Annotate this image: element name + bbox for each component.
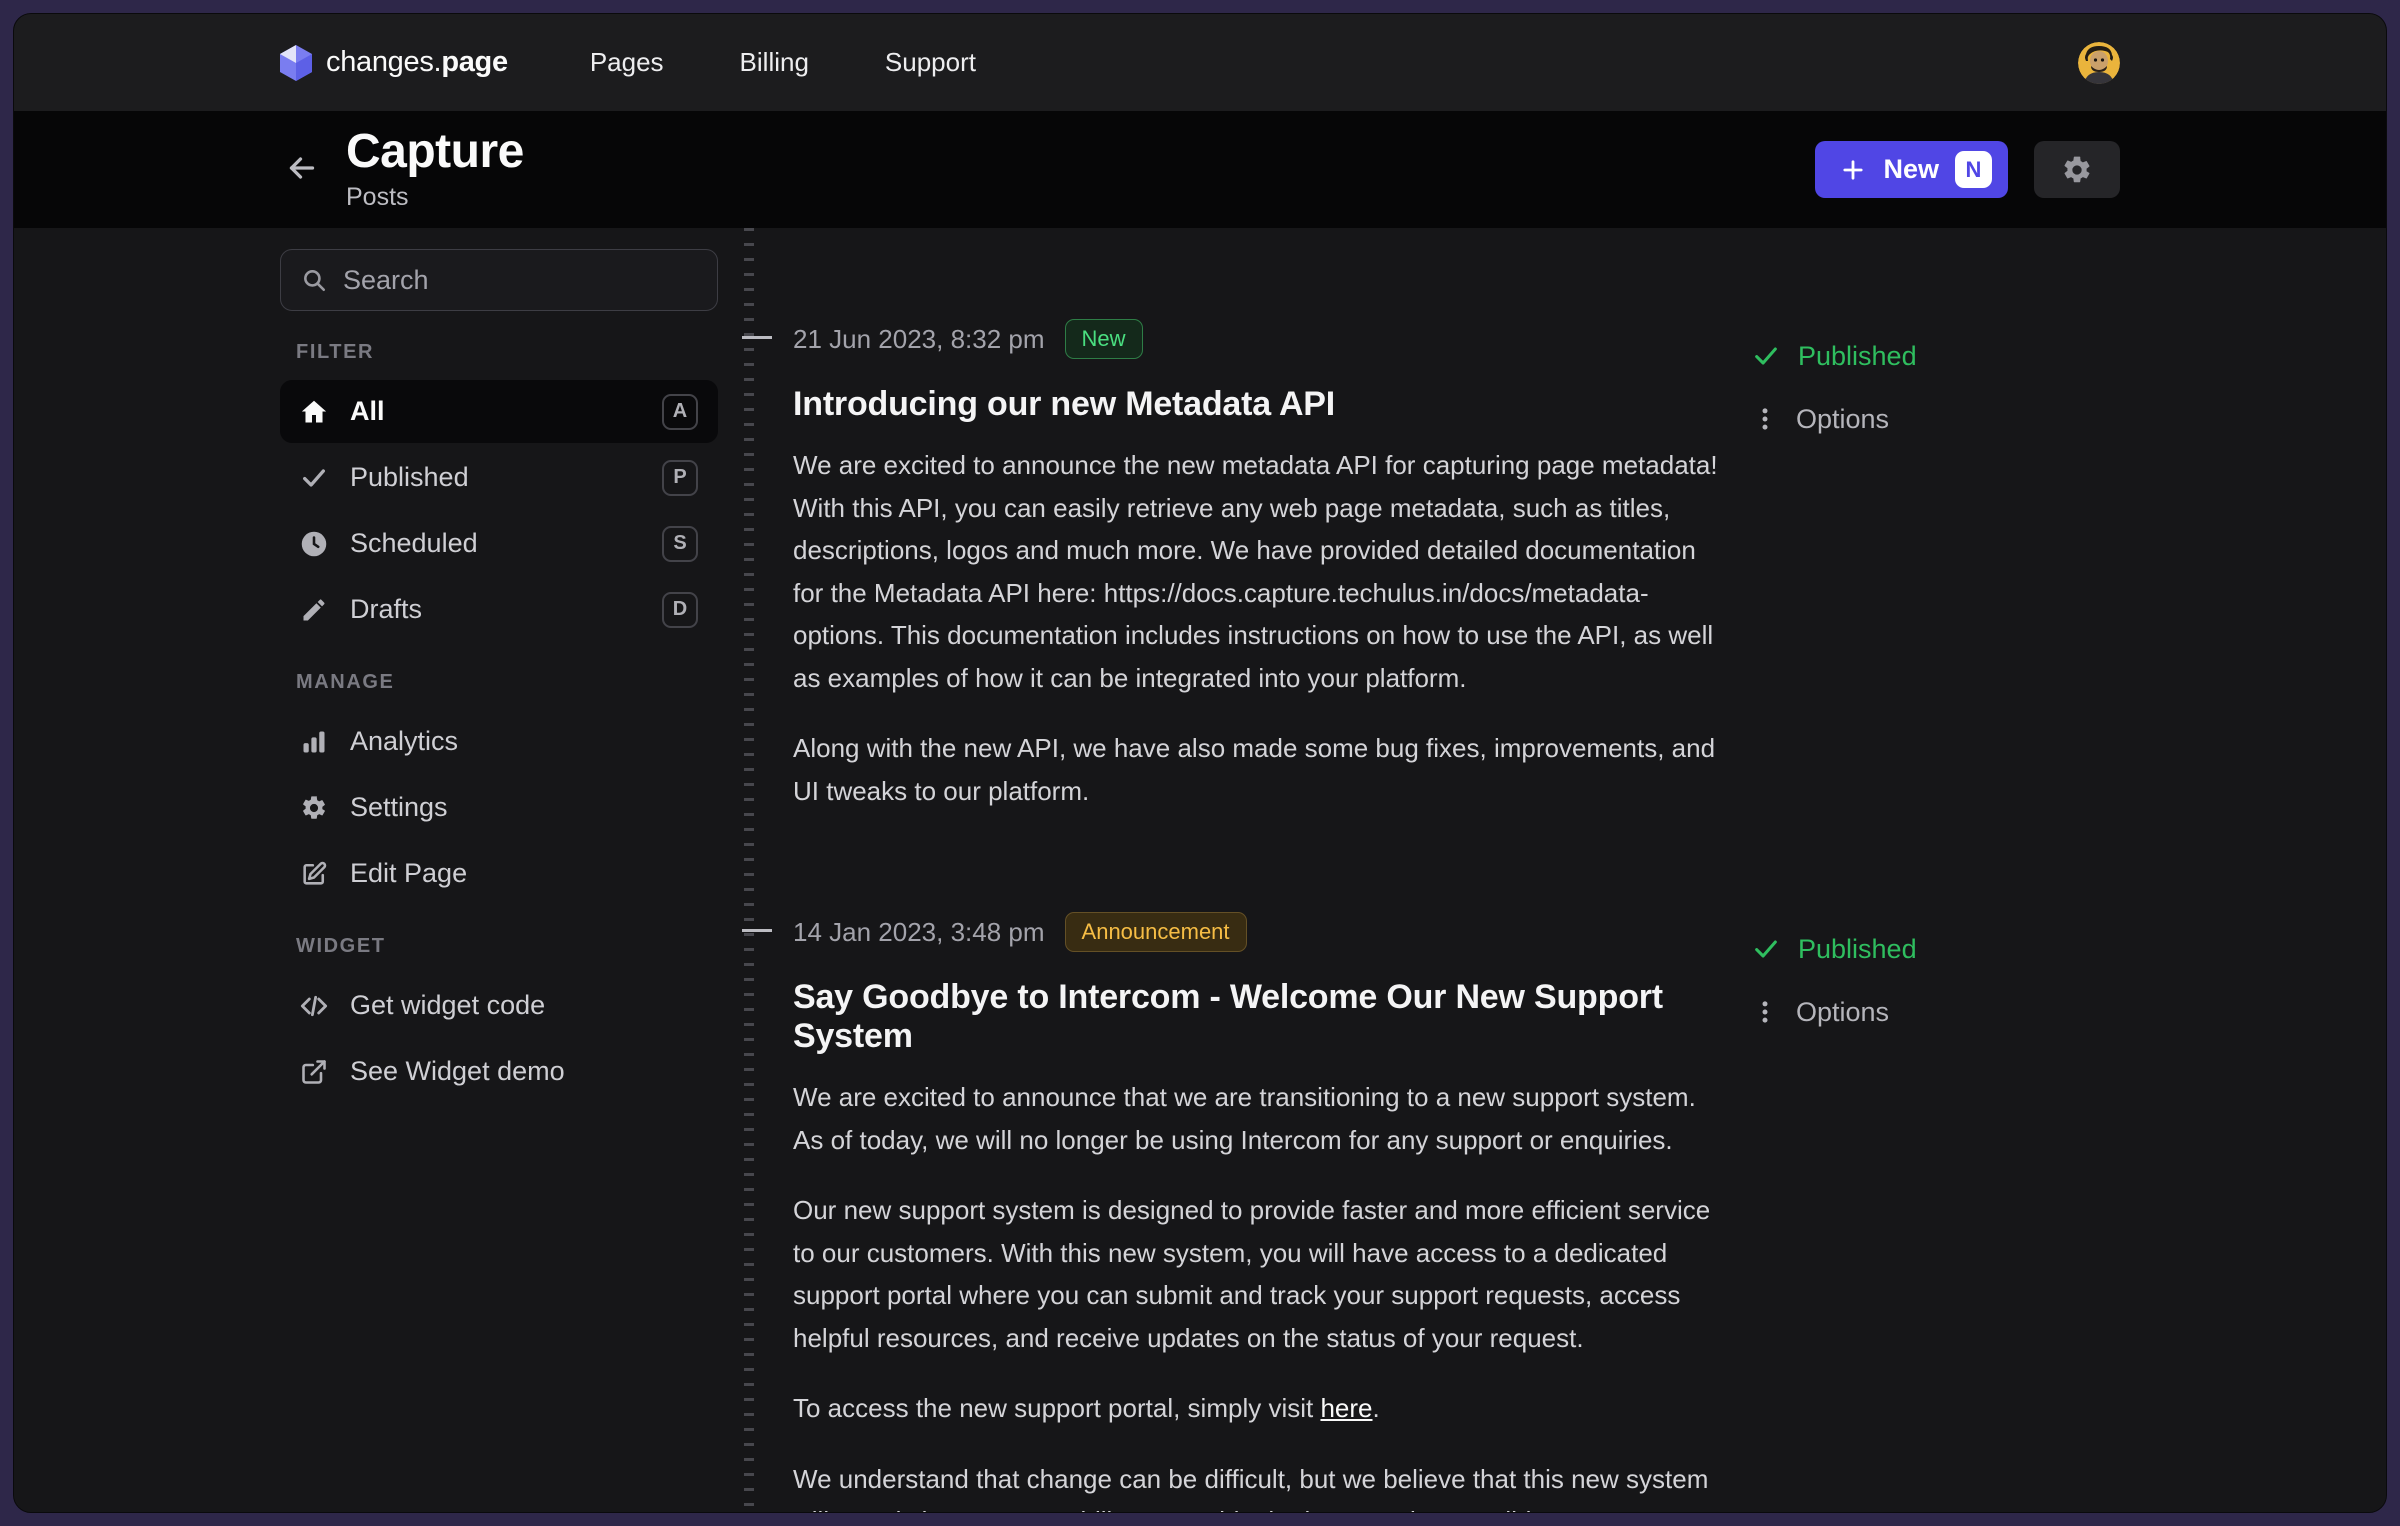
back-button[interactable] — [280, 146, 324, 193]
sidebar-item-settings[interactable]: Settings — [280, 776, 718, 839]
nav-link-billing[interactable]: Billing — [740, 47, 809, 78]
check-icon — [300, 464, 328, 492]
sidebar-item-edit-page[interactable]: Edit Page — [280, 842, 718, 905]
plus-icon — [1839, 156, 1867, 184]
post-body: We are excited to announce the new metad… — [793, 444, 1728, 812]
sidebar-item-label: Scheduled — [350, 528, 478, 559]
section-label-filter: FILTER — [296, 341, 718, 364]
brand-name: changes.page — [326, 46, 508, 79]
sidebar-item-label: Analytics — [350, 726, 458, 757]
post-status-published: Published — [1752, 932, 1917, 966]
post-date: 21 Jun 2023, 8:32 pm — [793, 324, 1045, 355]
gear-icon — [2061, 154, 2093, 186]
shortcut-badge-a: A — [662, 394, 698, 430]
post-list: 21 Jun 2023, 8:32 pm New Introducing our… — [793, 228, 2120, 1512]
nav-links: Pages Billing Support — [590, 47, 976, 78]
search-icon — [301, 267, 327, 293]
sidebar-item-published[interactable]: Published P — [280, 446, 718, 509]
nav-link-support[interactable]: Support — [885, 47, 976, 78]
kebab-dots-icon — [1752, 999, 1778, 1025]
sidebar-item-label: All — [350, 396, 385, 427]
shortcut-badge-d: D — [662, 592, 698, 628]
support-portal-link[interactable]: here — [1320, 1393, 1372, 1423]
page-title: Capture — [346, 127, 524, 177]
check-icon — [1752, 935, 1780, 963]
new-post-button[interactable]: New N — [1815, 141, 2008, 198]
page-settings-button[interactable] — [2034, 141, 2120, 198]
post-metadata-api: 21 Jun 2023, 8:32 pm New Introducing our… — [793, 319, 2120, 812]
sidebar-item-see-widget-demo[interactable]: See Widget demo — [280, 1040, 718, 1103]
sidebar-item-label: Drafts — [350, 594, 422, 625]
post-status-column: Published Options — [1752, 339, 1917, 436]
post-body: We are excited to announce that we are t… — [793, 1076, 1728, 1512]
post-support-system: 14 Jan 2023, 3:48 pm Announcement Say Go… — [793, 912, 2120, 1512]
sidebar-item-label: Settings — [350, 792, 448, 823]
sidebar-item-label: Edit Page — [350, 858, 467, 889]
post-title[interactable]: Introducing our new Metadata API — [793, 385, 1728, 424]
post-options-button[interactable]: Options — [1752, 995, 1917, 1029]
new-button-label: New — [1883, 154, 1939, 185]
post-paragraph: We are excited to announce that we are t… — [793, 1076, 1728, 1161]
kebab-dots-icon — [1752, 406, 1778, 432]
sidebar-item-label: Get widget code — [350, 990, 545, 1021]
pencil-icon — [300, 596, 328, 624]
back-arrow-icon — [284, 150, 320, 189]
sidebar: FILTER All A — [280, 249, 718, 1106]
code-icon — [300, 992, 328, 1020]
section-label-widget: WIDGET — [296, 935, 718, 958]
timeline-rail — [744, 228, 754, 1512]
section-label-manage: MANAGE — [296, 671, 718, 694]
shortcut-badge-s: S — [662, 526, 698, 562]
top-nav: changes.page Pages Billing Support — [14, 14, 2386, 111]
avatar[interactable] — [2078, 42, 2120, 84]
app-window: changes.page Pages Billing Support — [13, 13, 2387, 1513]
cube-logo-icon — [280, 45, 312, 81]
post-date: 14 Jan 2023, 3:48 pm — [793, 917, 1045, 948]
post-tag-badge: Announcement — [1065, 912, 1247, 952]
sidebar-item-drafts[interactable]: Drafts D — [280, 578, 718, 641]
browser-frame: changes.page Pages Billing Support — [0, 0, 2400, 1526]
post-meta: 21 Jun 2023, 8:32 pm New — [793, 319, 2120, 359]
post-paragraph: Our new support system is designed to pr… — [793, 1189, 1728, 1359]
nav-link-pages[interactable]: Pages — [590, 47, 664, 78]
content-area: FILTER All A — [14, 228, 2386, 1512]
post-paragraph: Along with the new API, we have also mad… — [793, 727, 1728, 812]
search-box[interactable] — [280, 249, 718, 311]
page-subtitle: Posts — [346, 183, 524, 212]
sidebar-item-analytics[interactable]: Analytics — [280, 710, 718, 773]
check-icon — [1752, 342, 1780, 370]
page-header: Capture Posts New N — [14, 111, 2386, 228]
bar-chart-icon — [300, 728, 328, 756]
post-title[interactable]: Say Goodbye to Intercom - Welcome Our Ne… — [793, 978, 1728, 1056]
sidebar-item-label: Published — [350, 462, 469, 493]
shortcut-badge-p: P — [662, 460, 698, 496]
post-status-published: Published — [1752, 339, 1917, 373]
post-meta: 14 Jan 2023, 3:48 pm Announcement — [793, 912, 2120, 952]
sidebar-item-scheduled[interactable]: Scheduled S — [280, 512, 718, 575]
shortcut-badge-n: N — [1955, 151, 1992, 188]
post-paragraph: To access the new support portal, simply… — [793, 1387, 1728, 1430]
edit-page-icon — [300, 860, 328, 888]
gear-icon — [300, 794, 328, 822]
post-status-column: Published Options — [1752, 932, 1917, 1029]
post-paragraph: We understand that change can be difficu… — [793, 1458, 1728, 1513]
brand[interactable]: changes.page — [280, 45, 508, 81]
post-options-button[interactable]: Options — [1752, 402, 1917, 436]
home-icon — [300, 398, 328, 426]
search-input[interactable] — [343, 265, 697, 296]
sidebar-item-all[interactable]: All A — [280, 380, 718, 443]
post-tag-badge: New — [1065, 319, 1143, 359]
sidebar-item-label: See Widget demo — [350, 1056, 565, 1087]
clock-icon — [300, 530, 328, 558]
external-link-icon — [300, 1058, 328, 1086]
sidebar-item-get-widget-code[interactable]: Get widget code — [280, 974, 718, 1037]
post-paragraph: We are excited to announce the new metad… — [793, 444, 1728, 699]
